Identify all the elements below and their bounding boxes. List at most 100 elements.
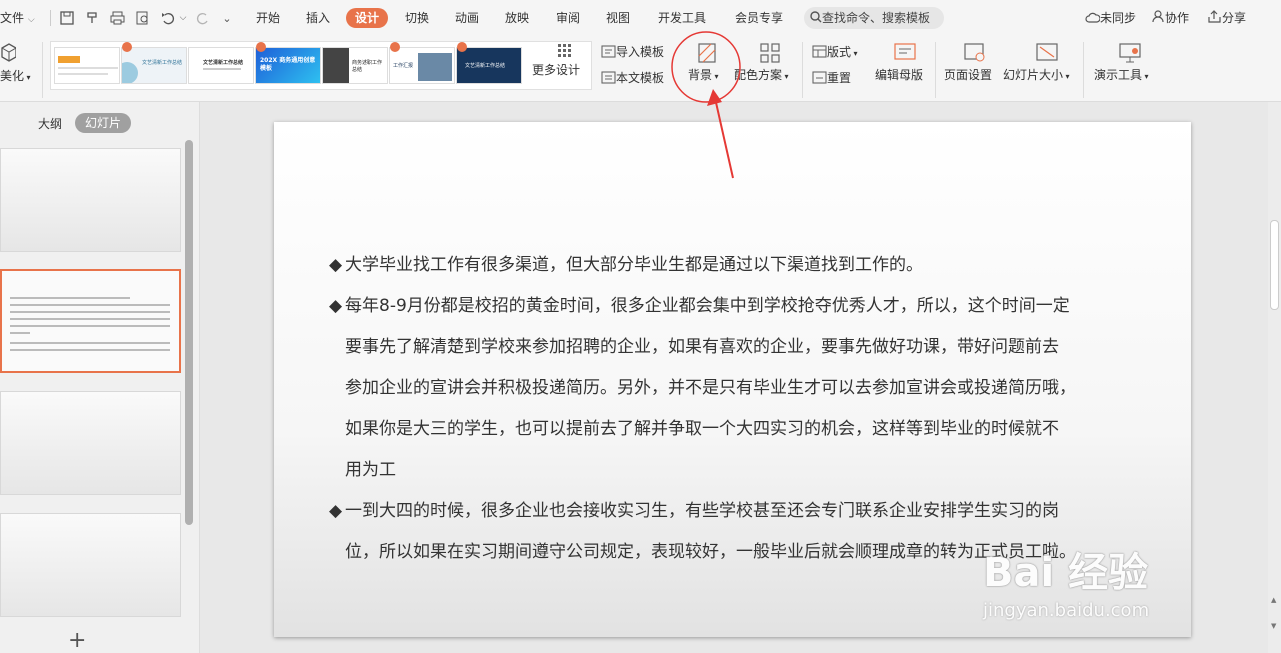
tab-transition[interactable]: 切换 (405, 0, 429, 36)
beautify-label: 美化 (0, 69, 25, 83)
slide-thumbnail-preview (10, 297, 170, 356)
paragraph-line: 大学毕业找工作有很多渠道，但大部分毕业生都是通过以下渠道找到工作的。 (345, 255, 923, 275)
save-icon[interactable] (57, 8, 77, 28)
paragraph-line: 用为工 (345, 460, 396, 480)
paragraph-line: 要事先了解清楚到学校来参加招聘的企业，如果有喜欢的企业，要事先做好功课，带好问题… (345, 337, 1059, 357)
background-icon (695, 43, 719, 66)
search-icon (810, 8, 822, 30)
slide-canvas[interactable]: ◆ 大学毕业找工作有很多渠道，但大部分毕业生都是通过以下渠道找到工作的。 ◆ 每… (274, 122, 1191, 637)
divider (935, 42, 936, 98)
file-menu-label: 文件 (0, 11, 25, 25)
scroll-down-icon[interactable]: ▼ (1271, 622, 1276, 630)
tab-outline[interactable]: 大纲 (38, 115, 62, 132)
panel-scrollbar[interactable] (185, 140, 193, 525)
slide-thumbnail-1[interactable] (0, 148, 181, 252)
template-thumb-7[interactable]: 文艺清新工作总结 (456, 47, 522, 84)
sync-label: 未同步 (1100, 11, 1137, 25)
format-painter-icon[interactable] (82, 8, 102, 28)
tab-home[interactable]: 开始 (256, 0, 280, 36)
template-thumb-shape (58, 56, 80, 63)
tab-view[interactable]: 视图 (606, 0, 630, 36)
background-button[interactable]: 背景 ▾ (688, 43, 719, 83)
divider (802, 42, 803, 98)
template-thumb-title: 文艺清新工作总结 (203, 60, 244, 66)
tab-slides[interactable]: 幻灯片 (75, 113, 132, 133)
tab-animation[interactable]: 动画 (455, 0, 479, 36)
scroll-up-icon[interactable]: ▲ (1271, 596, 1276, 604)
tab-insert[interactable]: 插入 (306, 0, 330, 36)
tab-review[interactable]: 审阅 (556, 0, 580, 36)
background-label: 背景 (688, 68, 713, 82)
reset-icon (812, 70, 827, 87)
template-thumb-4[interactable]: 202X 商务通用创意模板 (255, 47, 321, 84)
tab-member[interactable]: 会员专享 (735, 0, 783, 36)
layout-button[interactable]: 版式 ▾ (812, 43, 858, 61)
collaborate-button[interactable]: 协作 (1152, 0, 1189, 36)
search-box[interactable]: 查找命令、搜索模板 (804, 7, 944, 29)
page-setup-icon (957, 43, 992, 66)
tab-developer[interactable]: 开发工具 (658, 0, 706, 36)
presentation-tools-icon (1112, 43, 1149, 66)
import-template-button[interactable]: 导入模板 (601, 43, 664, 61)
template-thumb-title: 商务述职工作总结 (352, 60, 383, 73)
share-label: 分享 (1222, 11, 1247, 25)
slide-size-icon (1025, 43, 1070, 66)
template-thumb-5[interactable]: 商务述职工作总结 (322, 47, 388, 84)
premium-badge-icon (122, 42, 132, 52)
edit-master-label: 编辑母版 (875, 68, 924, 82)
template-thumb-title: 文艺清新工作总结 (465, 63, 506, 69)
redo-icon[interactable] (193, 8, 213, 28)
template-thumb-line (203, 68, 241, 70)
paragraph-line: 每年8-9月份都是校招的黄金时间，很多企业都会集中到学校抢夺优秀人才，所以，这个… (345, 296, 1070, 316)
paragraph-line: 位，所以如果在实习期间遵守公司规定，表现较好，一般毕业后就会顺理成章的转为正式员… (345, 542, 1076, 562)
customize-toolbar-icon[interactable]: ⌄ (217, 8, 237, 28)
grid-icon (550, 44, 580, 61)
divider (50, 10, 51, 26)
text-template-label: 本文模板 (616, 71, 665, 85)
bullet-paragraph-1[interactable]: ◆ 大学毕业找工作有很多渠道，但大部分毕业生都是通过以下渠道找到工作的。 (329, 245, 1149, 286)
file-menu[interactable]: 文件 ⌵ (0, 0, 35, 36)
slide-thumbnail-4[interactable] (0, 513, 181, 617)
tab-slideshow[interactable]: 放映 (505, 0, 529, 36)
undo-icon[interactable] (158, 8, 178, 28)
template-thumb-2[interactable]: 文艺清新工作总结 (121, 47, 187, 84)
reset-button[interactable]: 重置 (812, 69, 851, 87)
template-thumb-line (58, 67, 118, 69)
more-design-button[interactable]: 更多设计 (532, 44, 580, 78)
color-scheme-button[interactable]: 配色方案 ▾ (734, 43, 789, 83)
share-button[interactable]: 分享 (1208, 0, 1246, 36)
sync-status[interactable]: 未同步 (1085, 0, 1136, 36)
more-design-label: 更多设计 (532, 63, 581, 77)
bullet-paragraph-3[interactable]: ◆ 一到大四的时候，很多企业也会接收实习生，有些学校甚至还会专门联系企业安排学生… (329, 491, 1149, 573)
edit-master-button[interactable]: 编辑母版 (875, 43, 923, 83)
menu-bar: 文件 ⌵ ⌵ ⌄ 开始 插入 设计 切换 动画 放映 审阅 视图 开发工具 会员… (0, 0, 1281, 36)
tab-design[interactable]: 设计 (346, 8, 389, 28)
add-slide-button[interactable]: + (68, 628, 86, 653)
bullet-diamond: ◆ (329, 255, 343, 275)
template-thumb-3[interactable]: 文艺清新工作总结 (188, 47, 254, 84)
slide-thumbnail-2[interactable] (0, 269, 181, 373)
template-thumb-shape (122, 62, 138, 83)
presentation-tools-button[interactable]: 演示工具 ▾ (1094, 43, 1149, 83)
template-thumb-1[interactable] (54, 47, 120, 84)
divider (42, 42, 43, 98)
cube-icon (0, 42, 31, 67)
slide-size-button[interactable]: 幻灯片大小 ▾ (1003, 43, 1070, 83)
color-scheme-icon (752, 43, 789, 66)
slide-thumbnail-3[interactable] (0, 391, 181, 495)
editor-scrollbar[interactable]: ▲ ▼ (1268, 102, 1281, 653)
text-template-button[interactable]: 本文模板 (601, 69, 664, 87)
scrollbar-thumb[interactable] (1270, 220, 1279, 310)
template-thumb-title: 202X 商务通用创意模板 (260, 57, 316, 72)
presentation-tools-label: 演示工具 (1094, 68, 1143, 82)
undo-dropdown-icon[interactable]: ⌵ (178, 8, 188, 28)
template-icon (601, 70, 616, 87)
print-icon[interactable] (107, 8, 127, 28)
template-thumb-6[interactable]: 工作汇报 (389, 47, 455, 84)
bullet-paragraph-2[interactable]: ◆ 每年8-9月份都是校招的黄金时间，很多企业都会集中到学校抢夺优秀人才，所以，… (329, 286, 1149, 491)
slide-size-label: 幻灯片大小 (1003, 68, 1064, 82)
reset-label: 重置 (827, 71, 852, 85)
beautify-button[interactable]: 美化 ▾ (0, 42, 31, 84)
page-setup-button[interactable]: 页面设置 (944, 43, 992, 83)
print-preview-icon[interactable] (133, 8, 153, 28)
